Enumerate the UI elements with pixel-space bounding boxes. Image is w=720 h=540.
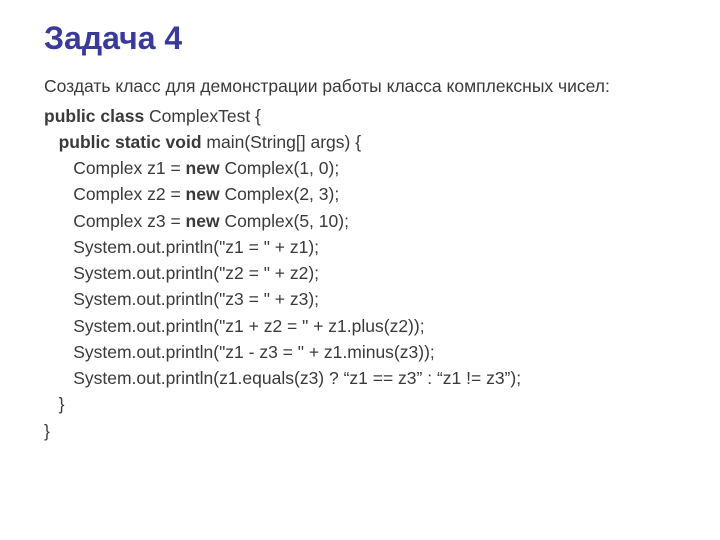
code-block: public class ComplexTest { public static… [44,103,676,444]
code-line: Complex z3 = new Complex(5, 10); [44,208,676,234]
code-line: System.out.println("z2 = " + z2); [44,260,676,286]
slide-title: Задача 4 [44,20,676,57]
code-line: System.out.println("z1 + z2 = " + z1.plu… [44,313,676,339]
code-line: public class ComplexTest { [44,103,676,129]
code-line: } [44,391,676,417]
code-line: Complex z2 = new Complex(2, 3); [44,181,676,207]
code-line: } [44,418,676,444]
code-line: System.out.println(z1.equals(z3) ? “z1 =… [44,365,676,391]
code-line: System.out.println("z1 = " + z1); [44,234,676,260]
code-line: public static void main(String[] args) { [44,129,676,155]
code-line: System.out.println("z1 - z3 = " + z1.min… [44,339,676,365]
code-line: Complex z1 = new Complex(1, 0); [44,155,676,181]
code-line: System.out.println("z3 = " + z3); [44,286,676,312]
intro-text: Создать класс для демонстрации работы кл… [44,75,676,99]
